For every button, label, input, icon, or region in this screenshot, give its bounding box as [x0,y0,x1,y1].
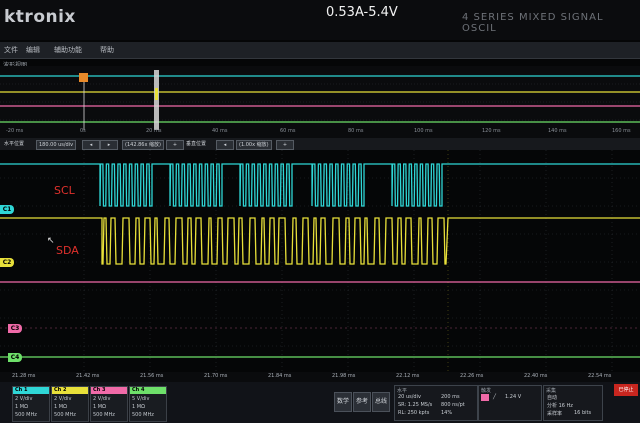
scl-label: SCL [54,184,75,197]
position-label: 水平位置 [4,141,25,147]
ch4-bw: 500 MHz [132,412,154,418]
ov-tick: 20 ms [146,128,162,134]
ch3-badge[interactable]: Ch 3 2 V/div 1 MΩ 500 MHz [90,386,128,422]
menu-file[interactable]: 文件 [4,45,18,55]
acquisition-panel[interactable]: 采集 自动 分析 16 Hz 采样率 16 bits [543,385,603,421]
time-tick: 22.26 ms [460,373,484,379]
ref-button[interactable]: 参考 [353,392,371,412]
ch1-badge[interactable]: Ch 1 2 V/div 1 MΩ 500 MHz [12,386,50,422]
trigger-title: 触发 [481,388,492,394]
ch2-scale: 2 V/div [54,396,72,402]
menu-help[interactable]: 帮助 [100,45,114,55]
acq-line1: 分析 16 Hz [547,403,573,409]
ch4-imp: 1 MΩ [132,404,145,410]
horizontal-panel[interactable]: 水平 20 us/div SR: 1.25 MS/s RL: 250 kpts … [394,385,478,421]
vertical-step-button[interactable]: ◂ [216,140,234,150]
time-tick: 21.28 ms [12,373,36,379]
vertical-position-label: 垂直位置 [186,141,207,147]
ch2-name: Ch 2 [52,387,88,394]
h-recordlength: RL: 250 kpts [398,410,430,416]
time-axis: 21.28 ms 21.42 ms 21.56 ms 21.70 ms 21.8… [0,372,640,382]
ch3-scale: 2 V/div [93,396,111,402]
vertical-zoom-in-button[interactable]: + [276,140,294,150]
run-stop-button[interactable]: 已停止 [614,384,638,396]
ch2-badge[interactable]: Ch 2 2 V/div 1 MΩ 500 MHz [51,386,89,422]
zoom-in-button[interactable]: + [166,140,184,150]
acq-line2: 采样率 [547,411,563,417]
ch4-scale: 5 V/div [132,396,150,402]
vertical-zoom-factor[interactable]: (1.00x 缩放) [236,140,272,150]
h-samplerate: SR: 1.25 MS/s [398,402,433,408]
zoom-factor[interactable]: (142.86x 缩放) [122,140,164,150]
brand-logo: ktronix [4,7,76,27]
acq-mode: 自动 [547,395,558,401]
scale-field[interactable]: 180.00 us/div [36,140,77,150]
ch2-imp: 1 MΩ [54,404,67,410]
series-label: 4 SERIES MIXED SIGNAL OSCIL [462,12,604,34]
ch4-badge[interactable]: Ch 4 5 V/div 1 MΩ 500 MHz [129,386,167,422]
time-tick: 21.84 ms [268,373,292,379]
ch4-marker[interactable]: C4 [8,353,22,362]
acquisition-title: 采集 [546,388,557,394]
h-scale: 20 us/div [398,394,421,400]
menu-edit[interactable]: 编辑 [26,45,40,55]
trigger-source-icon [481,394,489,401]
ov-tick: 60 ms [280,128,296,134]
h-duration: 200 ms [441,394,460,400]
decrement-button[interactable]: ◂ [82,140,100,150]
ov-tick: -20 ms [6,128,24,134]
time-tick: 22.54 ms [588,373,612,379]
trigger-marker-icon[interactable] [79,73,88,82]
ch4-name: Ch 4 [130,387,166,394]
recording-banner: 0.53A-5.4V [326,5,398,20]
time-tick: 21.56 ms [140,373,164,379]
zoom-control-bar: 水平位置 180.00 us/div ◂ ▸ (142.86x 缩放) + 垂直… [0,138,640,150]
trigger-level: 1.24 V [505,394,522,400]
math-button[interactable]: 数学 [334,392,352,412]
ov-tick: 120 ms [482,128,501,134]
overview-ticks: -20 ms 0s 20 ms 40 ms 60 ms 80 ms 100 ms… [0,128,640,136]
ov-tick: 140 ms [548,128,567,134]
menu-utility[interactable]: 辅助功能 [54,45,82,55]
h-resolution: 800 ns/pt [441,402,465,408]
ch2-bw: 500 MHz [54,412,76,418]
ov-tick: 100 ms [414,128,433,134]
ch1-imp: 1 MΩ [15,404,28,410]
time-tick: 21.42 ms [76,373,100,379]
ov-tick: 160 ms [612,128,631,134]
time-tick: 21.98 ms [332,373,356,379]
h-position: 14% [441,410,453,416]
ch1-marker[interactable]: C1 [0,205,14,214]
ch3-imp: 1 MΩ [93,404,106,410]
acq-line3: 16 bits [574,410,592,416]
horizontal-title: 水平 [397,388,408,394]
ch1-scale: 2 V/div [15,396,33,402]
sda-label: SDA [56,244,79,257]
sda-trace [0,217,640,265]
time-tick: 22.12 ms [396,373,420,379]
waveform-display[interactable] [0,150,640,372]
ch3-bw: 500 MHz [93,412,115,418]
ch3-marker[interactable]: C3 [8,324,22,333]
increment-button[interactable]: ▸ [100,140,118,150]
ov-tick: 0s [80,128,86,134]
cursor-pointer-icon: ↖ [47,236,55,246]
ov-tick: 40 ms [212,128,228,134]
ch1-bw: 500 MHz [15,412,37,418]
ov-tick: 80 ms [348,128,364,134]
trigger-slope-icon: ╱ [493,394,497,400]
trigger-panel[interactable]: 触发 ╱ 1.24 V [478,385,542,421]
ch2-marker[interactable]: C2 [0,258,14,267]
time-tick: 21.70 ms [204,373,228,379]
ch1-name: Ch 1 [13,387,49,394]
scl-trace [0,163,640,207]
time-tick: 22.40 ms [524,373,548,379]
ch3-name: Ch 3 [91,387,127,394]
bus-button[interactable]: 总线 [372,392,390,412]
menu-bar [0,42,640,59]
